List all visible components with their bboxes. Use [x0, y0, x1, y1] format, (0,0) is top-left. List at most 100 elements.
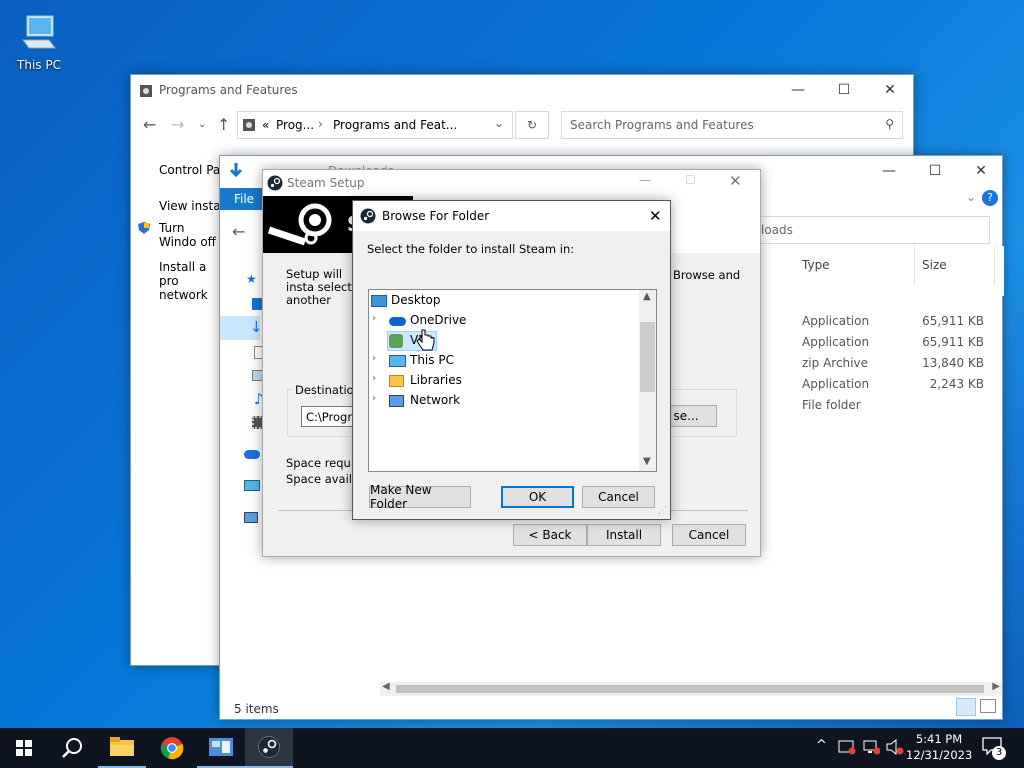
user-folder-icon — [389, 334, 403, 348]
steam-icon — [267, 175, 283, 191]
expand-chevron-icon[interactable]: › — [372, 373, 376, 384]
breadcrumb-separator-icon: › — [318, 117, 323, 131]
scrollbar-thumb[interactable] — [640, 322, 655, 392]
search-box[interactable]: loads — [750, 216, 990, 244]
title-bar: Programs and Features — ☐ ✕ — [131, 75, 913, 106]
steam-logo-icon — [267, 203, 332, 246]
desktop-icon-this-pc[interactable]: This PC — [10, 10, 68, 76]
desktop-icon-label: This PC — [17, 58, 61, 72]
close-button[interactable]: ✕ — [958, 156, 1004, 186]
hand-cursor-icon — [416, 329, 435, 351]
network-status-icon[interactable] — [862, 739, 880, 755]
this-pc-icon[interactable] — [244, 480, 260, 491]
steam-taskbar-button[interactable] — [245, 728, 293, 768]
nav-item-downloads[interactable]: ↓ — [220, 316, 263, 340]
back-button[interactable]: < Back — [513, 524, 587, 546]
sidebar-link[interactable]: Control Par — [159, 163, 225, 177]
expand-ribbon-icon[interactable]: ⌄ — [966, 190, 976, 204]
maximize-button[interactable]: ☐ — [821, 75, 867, 105]
search-button[interactable] — [48, 728, 96, 768]
security-alert-icon[interactable] — [838, 739, 856, 755]
network-icon[interactable] — [244, 512, 258, 523]
column-header-size[interactable]: Size — [922, 258, 947, 272]
folder-tree[interactable]: Desktop › OneDrive VMs › This PC › Libra… — [368, 289, 657, 472]
breadcrumb-item[interactable]: Programs and Feat... — [333, 118, 457, 132]
this-pc-icon — [22, 15, 56, 49]
sidebar-link[interactable]: Install a pro network — [159, 260, 221, 302]
expand-chevron-icon[interactable]: › — [372, 353, 376, 364]
large-icons-view-button[interactable] — [980, 699, 996, 713]
network-icon — [389, 395, 404, 407]
up-arrow-icon[interactable]: ↑ — [217, 115, 230, 134]
minimize-button[interactable]: — — [775, 75, 821, 105]
file-explorer-button[interactable] — [98, 728, 146, 768]
ok-button[interactable]: OK — [501, 486, 574, 508]
start-button[interactable] — [0, 728, 48, 768]
clock-time: 5:41 PM — [915, 732, 963, 746]
scroll-left-icon[interactable]: ◀ — [382, 681, 390, 692]
sidebar-link[interactable]: View install — [159, 199, 227, 213]
refresh-button[interactable]: ↻ — [515, 111, 549, 139]
cancel-button[interactable]: Cancel — [672, 524, 746, 546]
onedrive-icon — [389, 317, 406, 326]
back-arrow-icon[interactable]: ← — [143, 115, 156, 134]
control-panel-icon — [140, 85, 152, 97]
back-arrow-icon[interactable]: ← — [232, 222, 245, 241]
control-panel-button[interactable] — [197, 728, 245, 768]
nav-pane: ★ ↓ ♪ — [220, 266, 265, 536]
chrome-button[interactable] — [148, 728, 196, 768]
scroll-up-icon[interactable]: ▲ — [643, 291, 651, 302]
table-row[interactable]: zip Archive 13,840 KB — [760, 353, 1000, 374]
dropdown-chevron-icon[interactable]: ⌄ — [494, 116, 504, 130]
close-button[interactable]: ✕ — [867, 75, 913, 105]
minimize-button[interactable]: — — [639, 173, 651, 187]
quick-access-icon[interactable]: ★ — [246, 272, 257, 286]
make-new-folder-button[interactable]: Make New Folder — [369, 483, 471, 511]
search-box[interactable]: Search Programs and Features ⚲ — [561, 111, 903, 139]
vertical-scrollbar[interactable]: ▲ ▼ — [639, 290, 656, 471]
expand-chevron-icon[interactable]: › — [372, 393, 376, 404]
search-icon: ⚲ — [885, 117, 894, 131]
breadcrumb-item[interactable]: Prog... — [276, 118, 314, 132]
volume-muted-icon[interactable] — [886, 739, 904, 755]
horizontal-scrollbar[interactable]: ◀ ▶ — [380, 681, 1002, 696]
show-hidden-icons-icon[interactable]: ^ — [816, 738, 827, 753]
file-tab[interactable]: File — [220, 188, 268, 210]
clock[interactable]: 5:41 PM 12/31/2023 — [906, 731, 972, 765]
help-icon[interactable]: ? — [982, 190, 998, 206]
table-row[interactable]: File folder — [760, 395, 1000, 416]
details-view-button[interactable] — [956, 698, 976, 716]
close-button[interactable]: ✕ — [649, 207, 662, 225]
table-row[interactable]: Application 65,911 KB — [760, 311, 1000, 332]
onedrive-icon[interactable] — [244, 450, 260, 459]
title-bar: Browse For Folder ✕ — [353, 201, 670, 231]
scroll-down-icon[interactable]: ▼ — [643, 456, 651, 467]
search-input[interactable]: Search Programs and Features — [570, 118, 754, 132]
notification-center-button[interactable]: 3 — [982, 737, 1006, 760]
minimize-button[interactable]: — — [866, 156, 912, 186]
libraries-icon — [389, 375, 404, 387]
scrollbar-thumb[interactable] — [396, 685, 984, 693]
column-header-type[interactable]: Type — [802, 258, 830, 272]
steam-icon — [360, 208, 376, 224]
table-row[interactable]: Application 2,243 KB — [760, 374, 1000, 395]
expand-chevron-icon[interactable]: › — [372, 313, 376, 324]
resize-grip-icon[interactable]: ⋰ — [658, 506, 667, 516]
table-row[interactable]: Application 65,911 KB — [760, 332, 1000, 353]
history-chevron-icon[interactable]: ⌄ — [198, 119, 206, 130]
sidebar-link[interactable]: Turn Windo off — [159, 221, 221, 249]
setup-description-right: Browse and — [673, 268, 741, 282]
maximize-button[interactable]: ☐ — [912, 156, 958, 186]
clock-date: 12/31/2023 — [906, 748, 973, 762]
browse-folder-dialog: Browse For Folder ✕ Select the folder to… — [352, 200, 671, 520]
cancel-button[interactable]: Cancel — [582, 486, 655, 508]
maximize-button[interactable]: ☐ — [685, 173, 696, 187]
file-list: Application 65,911 KB Application 65,911… — [760, 311, 1004, 421]
dialog-title: Browse For Folder — [382, 209, 490, 223]
address-bar[interactable]: « Prog... › Programs and Feat... ⌄ — [237, 111, 513, 139]
install-button[interactable]: Install — [587, 524, 661, 546]
scroll-right-icon[interactable]: ▶ — [992, 681, 1000, 692]
close-button[interactable]: ✕ — [729, 172, 742, 190]
windows-logo-icon — [16, 740, 32, 756]
forward-arrow-icon[interactable]: → — [171, 115, 184, 134]
